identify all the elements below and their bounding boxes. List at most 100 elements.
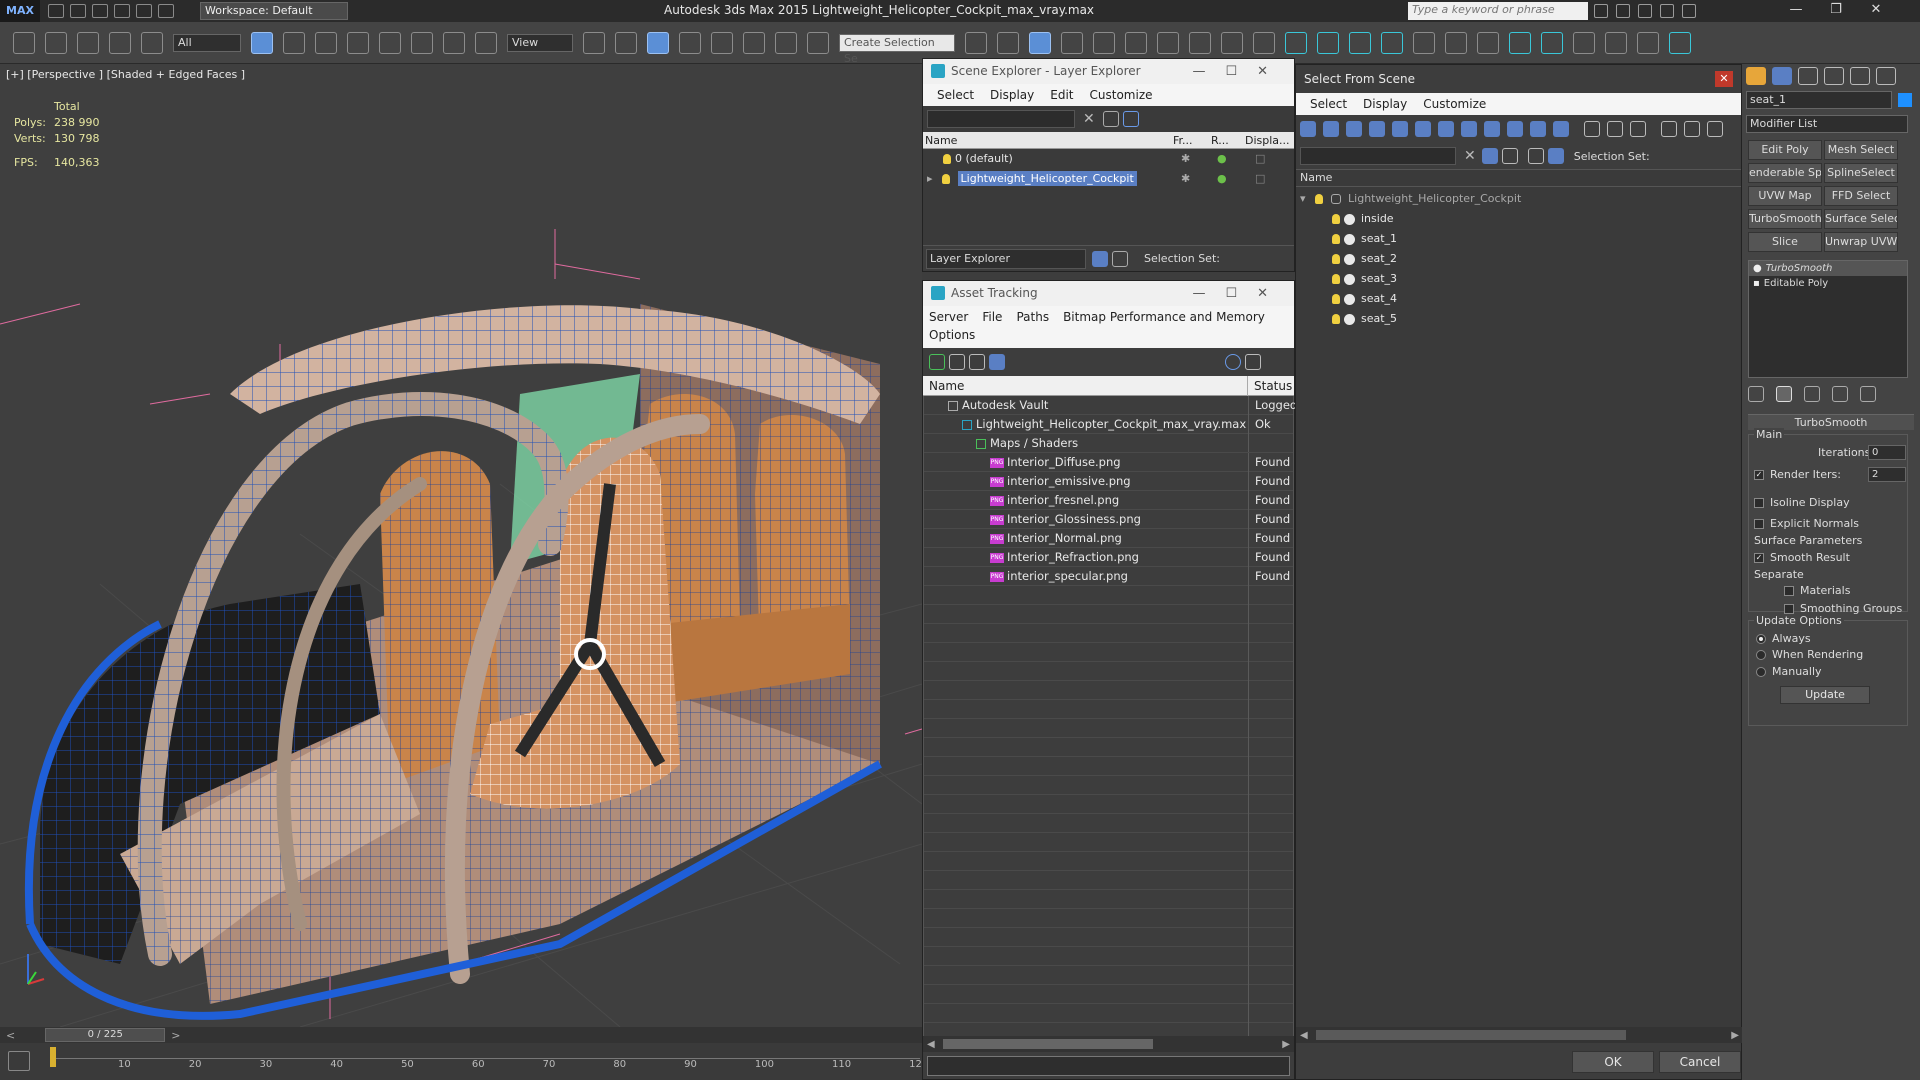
asset-row[interactable]: PNG Interior_Normal.png Found: [924, 529, 1293, 548]
sun-icon[interactable]: [1317, 31, 1339, 54]
time-slider-thumb[interactable]: 0 / 225: [45, 1028, 166, 1042]
asset-tracking-window-controls[interactable]: —☐✕: [1192, 281, 1288, 306]
scene-explorer-window-controls[interactable]: —☐✕: [1192, 59, 1288, 84]
asset-row[interactable]: PNG interior_specular.png Found: [924, 567, 1293, 586]
scene-tree-hscroll[interactable]: ◀ ▶: [1296, 1027, 1743, 1043]
new-file-icon[interactable]: [48, 4, 64, 18]
render-iters-row[interactable]: ✓ Render Iters:: [1754, 468, 1841, 481]
scroll-right-icon[interactable]: ▶: [1731, 1030, 1739, 1041]
lightbulb-icon[interactable]: [1332, 214, 1340, 224]
time-next-icon[interactable]: >: [171, 1029, 180, 1042]
slice-button[interactable]: Slice: [1748, 232, 1822, 252]
snaps-toggle-icon[interactable]: [679, 31, 701, 54]
vray-fur-icon[interactable]: [1445, 31, 1467, 54]
scroll-right-icon[interactable]: ▶: [1282, 1039, 1290, 1050]
asset-row[interactable]: Autodesk Vault Logged: [924, 396, 1297, 415]
expand-arrow-icon[interactable]: ▸: [927, 172, 933, 185]
layer-explorer-icon[interactable]: [1029, 31, 1051, 54]
mirror-icon[interactable]: [965, 31, 987, 54]
x-icon[interactable]: [1638, 4, 1652, 18]
asset-row[interactable]: PNG Interior_Diffuse.png Found: [924, 453, 1293, 472]
hierarchy-icon[interactable]: [1112, 250, 1128, 267]
menu-customize[interactable]: Customize: [1423, 97, 1486, 111]
light-icon[interactable]: [1285, 31, 1307, 54]
add-to-layer-icon[interactable]: [1122, 111, 1139, 127]
settings-icon[interactable]: [1245, 354, 1261, 370]
freeze-icon[interactable]: ✱: [1181, 149, 1190, 169]
scroll-left-icon[interactable]: ◀: [927, 1039, 935, 1050]
star-icon[interactable]: [1660, 4, 1674, 18]
tree-object-row[interactable]: seat_5: [1296, 309, 1741, 329]
hierarchy-explorer-icon[interactable]: [1547, 148, 1564, 164]
vray-plane-icon[interactable]: [1509, 31, 1531, 54]
vray-sphere-icon[interactable]: [1477, 31, 1499, 54]
layer-display-icon[interactable]: [1707, 121, 1723, 137]
menu-display[interactable]: Display: [1363, 97, 1407, 111]
unlink-icon[interactable]: [109, 31, 131, 54]
render-production-icon[interactable]: [1253, 31, 1275, 54]
menu-customize[interactable]: Customize: [1090, 88, 1153, 102]
remove-modifier-icon[interactable]: [1832, 386, 1848, 402]
align-icon[interactable]: [997, 31, 1019, 54]
rotate-icon[interactable]: [411, 31, 433, 54]
asset-tracking-titlebar[interactable]: Asset Tracking —☐✕: [923, 281, 1294, 306]
menu-bitmap-performance[interactable]: Bitmap Performance and Memory: [1063, 310, 1265, 324]
menu-options[interactable]: Options: [929, 328, 1294, 342]
menu-edit[interactable]: Edit: [1050, 88, 1073, 102]
col-name[interactable]: Name: [923, 132, 1173, 149]
undo-icon[interactable]: [114, 4, 130, 18]
shapes-filter-icon[interactable]: [1323, 121, 1339, 137]
freeze-icon[interactable]: ✱: [1181, 169, 1190, 189]
hierarchy-tab-icon[interactable]: [1798, 67, 1818, 85]
spline-select-button[interactable]: SplineSelect: [1824, 163, 1898, 183]
layer-name[interactable]: Lightweight_Helicopter_Cockpit: [957, 171, 1137, 186]
thumbnail-view-icon[interactable]: [969, 354, 985, 370]
collapse-arrow-icon[interactable]: ▾: [1300, 192, 1306, 205]
save-file-icon[interactable]: [92, 4, 108, 18]
lightbulb-icon[interactable]: [1332, 254, 1340, 264]
lights-filter-icon[interactable]: [1346, 121, 1362, 137]
keyboard-shortcut-override-icon[interactable]: [647, 31, 669, 54]
vray-ies-icon[interactable]: [1381, 31, 1403, 54]
lightbulb-icon[interactable]: [1332, 274, 1340, 284]
vray-material-icon[interactable]: [1605, 31, 1627, 54]
asset-row[interactable]: PNG Interior_Refraction.png Found: [924, 548, 1293, 567]
table-view-icon[interactable]: [989, 354, 1005, 370]
update-button[interactable]: Update: [1780, 686, 1870, 704]
scene-explorer-titlebar[interactable]: Scene Explorer - Layer Explorer —☐✕: [923, 59, 1294, 84]
render-teapot-icon[interactable]: ●: [1217, 149, 1227, 169]
angle-snap-icon[interactable]: [711, 31, 733, 54]
asset-row[interactable]: PNG interior_emissive.png Found: [924, 472, 1293, 491]
menu-display[interactable]: Display: [990, 88, 1034, 102]
pivot-center-icon[interactable]: [583, 31, 605, 54]
smooth-result-checkbox[interactable]: ✓ Smooth Result: [1754, 551, 1850, 564]
tree-object-row[interactable]: seat_3: [1296, 269, 1741, 289]
toggle-ribbon-icon[interactable]: [1061, 31, 1083, 54]
mesh-select-button[interactable]: Mesh Select: [1824, 140, 1898, 160]
asset-row[interactable]: Lightweight_Helicopter_Cockpit_max_vray.…: [924, 415, 1293, 434]
bind-space-warp-icon[interactable]: [141, 31, 163, 54]
layer-explorer-icon[interactable]: [1527, 148, 1544, 164]
lightbulb-icon[interactable]: [1332, 294, 1340, 304]
close-icon[interactable]: ✕: [1856, 2, 1896, 17]
material-editor-icon[interactable]: [1157, 31, 1179, 54]
col-frozen[interactable]: Fr...: [1173, 132, 1211, 149]
asset-path-field[interactable]: [927, 1056, 1290, 1076]
reference-coordinate-dropdown[interactable]: View: [507, 33, 573, 52]
open-file-icon[interactable]: [70, 4, 86, 18]
layer-row[interactable]: ▸ Lightweight_Helicopter_Cockpit ✱ ● □: [923, 169, 1294, 189]
frozen-filter-icon[interactable]: [1530, 121, 1546, 137]
close-icon[interactable]: ✕: [1715, 71, 1733, 87]
undo-icon[interactable]: [13, 31, 35, 54]
track-bar[interactable]: 10 20 30 40 50 60 70 80 90 100 110 12: [0, 1043, 922, 1080]
curve-editor-icon[interactable]: [1093, 31, 1115, 54]
perspective-viewport[interactable]: [+] [Perspective ] [Shaded + Edged Faces…: [0, 64, 922, 1027]
col-display[interactable]: Displa...: [1245, 132, 1290, 149]
configure-modifier-sets-icon[interactable]: [1860, 386, 1876, 402]
window-crossing-icon[interactable]: [347, 31, 369, 54]
lightbulb-icon[interactable]: [1315, 194, 1324, 204]
menu-select[interactable]: Select: [1310, 97, 1347, 111]
time-slider[interactable]: < 0 / 225 >: [0, 1027, 922, 1043]
cancel-button[interactable]: Cancel: [1659, 1051, 1741, 1073]
layer-list-icon[interactable]: [1092, 250, 1108, 267]
